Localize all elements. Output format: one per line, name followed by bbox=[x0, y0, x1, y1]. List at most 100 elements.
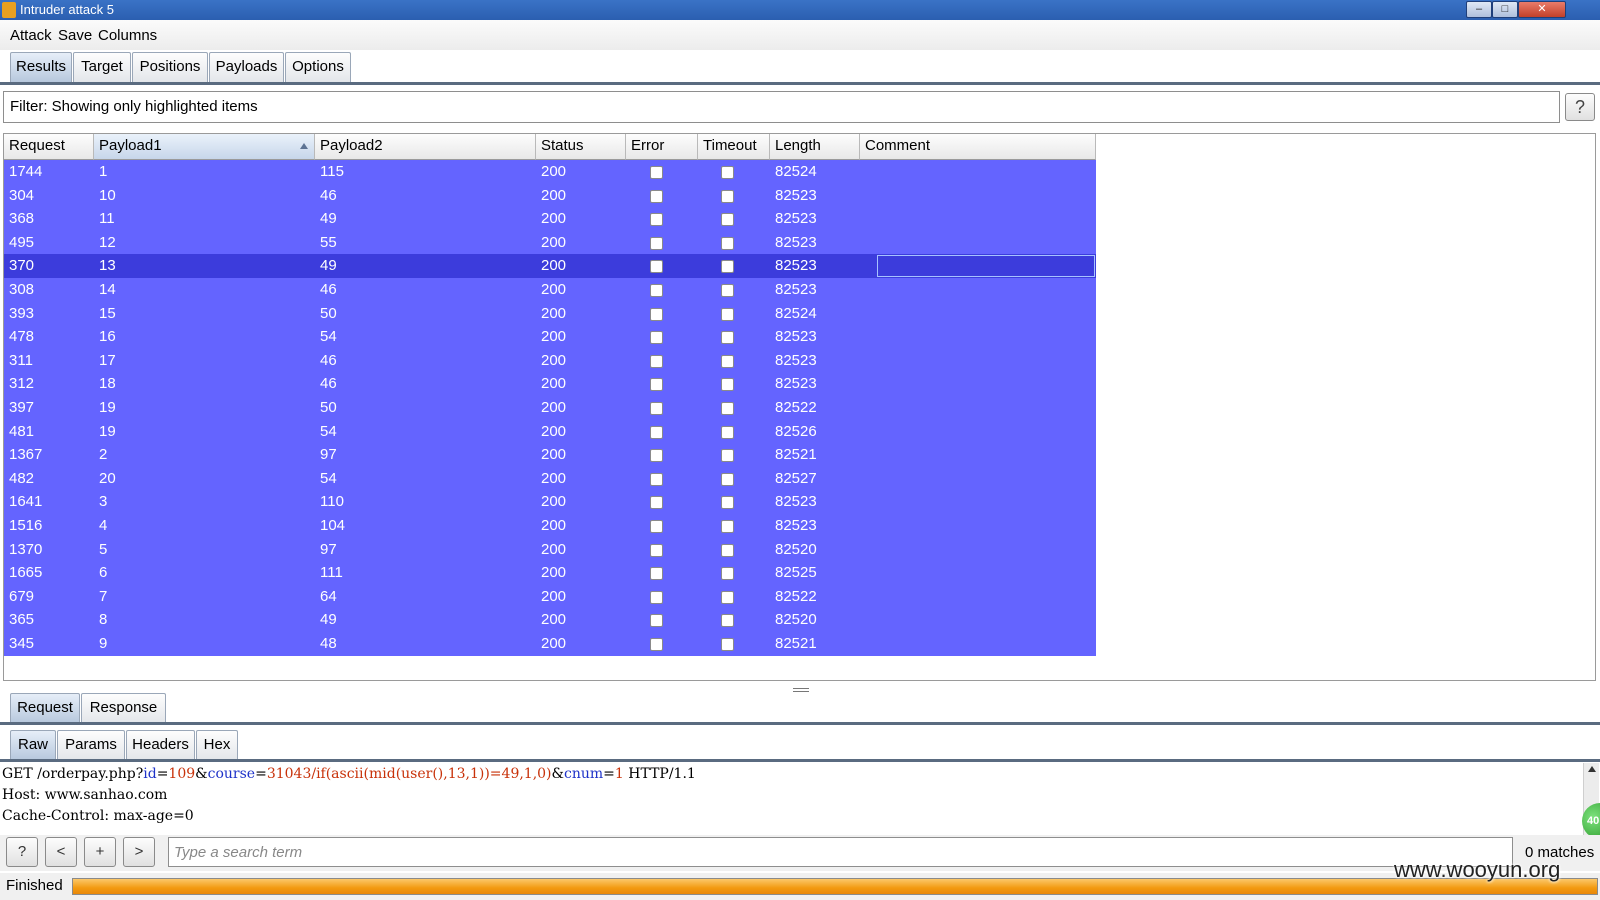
cell-status: 200 bbox=[541, 399, 567, 416]
tab-options[interactable]: Options bbox=[285, 52, 351, 82]
table-row[interactable]: 393 15 50 200 82524 bbox=[4, 301, 1096, 326]
column-header-payload1-label: Payload1 bbox=[99, 137, 162, 154]
error-checkbox bbox=[650, 638, 663, 651]
cell-comment[interactable] bbox=[860, 490, 865, 514]
search-next-button[interactable]: > bbox=[123, 837, 155, 867]
search-add-button[interactable]: + bbox=[84, 837, 116, 867]
search-previous-button[interactable]: < bbox=[45, 837, 77, 867]
tab-raw[interactable]: Raw bbox=[10, 730, 56, 760]
table-row[interactable]: 397 19 50 200 82522 bbox=[4, 396, 1096, 420]
cell-comment[interactable] bbox=[860, 160, 865, 184]
cell-comment[interactable] bbox=[860, 349, 865, 373]
cell-comment[interactable] bbox=[860, 514, 865, 538]
param-name: id bbox=[143, 766, 157, 782]
cell-payload1: 1 bbox=[99, 163, 108, 180]
error-checkbox bbox=[650, 166, 663, 179]
cell-length: 82522 bbox=[775, 587, 817, 605]
cell-comment[interactable] bbox=[860, 632, 865, 656]
maximize-button[interactable]: □ bbox=[1492, 1, 1518, 18]
table-row[interactable]: 1516 4 104 200 82523 bbox=[4, 514, 1096, 538]
cell-status: 200 bbox=[541, 163, 567, 180]
table-row[interactable]: 1641 3 110 200 82523 bbox=[4, 490, 1096, 515]
tab-headers[interactable]: Headers bbox=[126, 730, 195, 760]
column-header-payload2[interactable]: Payload2 bbox=[315, 134, 536, 160]
table-row[interactable]: 345 9 48 200 82521 bbox=[4, 632, 1096, 656]
table-row[interactable]: 679 7 64 200 82522 bbox=[4, 584, 1096, 609]
menu-save[interactable]: Save bbox=[58, 27, 92, 44]
cell-comment[interactable] bbox=[860, 538, 865, 562]
table-row[interactable]: 1370 5 97 200 82520 bbox=[4, 537, 1096, 562]
cell-comment[interactable] bbox=[860, 443, 865, 467]
comment-cell-editor[interactable] bbox=[877, 255, 1095, 278]
cell-comment[interactable] bbox=[860, 467, 865, 491]
search-help-button[interactable]: ? bbox=[6, 837, 38, 867]
column-header-length[interactable]: Length bbox=[770, 134, 860, 160]
column-header-error[interactable]: Error bbox=[626, 134, 698, 160]
cell-payload2: 54 bbox=[320, 422, 337, 440]
table-row[interactable]: 308 14 46 200 82523 bbox=[4, 278, 1096, 302]
table-row[interactable]: 312 18 46 200 82523 bbox=[4, 372, 1096, 397]
table-row[interactable]: 478 16 54 200 82523 bbox=[4, 325, 1096, 350]
column-header-timeout[interactable]: Timeout bbox=[698, 134, 770, 160]
cell-comment[interactable] bbox=[860, 302, 865, 326]
table-row[interactable]: 304 10 46 200 82523 bbox=[4, 183, 1096, 208]
cell-comment[interactable] bbox=[860, 231, 865, 255]
table-row[interactable]: 1744 1 115 200 82524 bbox=[4, 160, 1096, 184]
menu-columns[interactable]: Columns bbox=[98, 27, 157, 44]
error-checkbox bbox=[650, 284, 663, 297]
cell-comment[interactable] bbox=[860, 585, 865, 609]
table-row[interactable]: 365 8 49 200 82520 bbox=[4, 608, 1096, 633]
table-row[interactable]: 311 17 46 200 82523 bbox=[4, 348, 1096, 373]
cell-payload2: 97 bbox=[320, 446, 337, 464]
scroll-up-arrow-icon[interactable] bbox=[1588, 766, 1596, 772]
results-filter-bar[interactable]: Filter: Showing only highlighted items bbox=[3, 91, 1560, 123]
table-row[interactable]: 495 12 55 200 82523 bbox=[4, 230, 1096, 255]
filter-help-button[interactable]: ? bbox=[1565, 93, 1595, 121]
cell-status: 200 bbox=[541, 186, 567, 204]
column-header-payload1[interactable]: Payload1 bbox=[94, 134, 315, 160]
cell-status: 200 bbox=[541, 422, 567, 440]
cell-comment[interactable] bbox=[860, 396, 865, 420]
cell-request: 393 bbox=[9, 304, 35, 322]
column-header-status[interactable]: Status bbox=[536, 134, 626, 160]
tab-payloads[interactable]: Payloads bbox=[209, 52, 284, 82]
cell-comment[interactable] bbox=[860, 325, 865, 349]
minimize-button[interactable]: – bbox=[1466, 1, 1492, 18]
table-row[interactable]: 481 19 54 200 82526 bbox=[4, 419, 1096, 444]
column-header-request[interactable]: Request bbox=[4, 134, 94, 160]
tab-target[interactable]: Target bbox=[73, 52, 131, 82]
tab-positions[interactable]: Positions bbox=[132, 52, 208, 82]
table-row[interactable]: 368 11 49 200 82523 bbox=[4, 207, 1096, 232]
cell-comment[interactable] bbox=[860, 420, 865, 444]
cell-request: 478 bbox=[9, 328, 35, 346]
table-row[interactable]: 482 20 54 200 82527 bbox=[4, 466, 1096, 491]
table-row[interactable]: 1367 2 97 200 82521 bbox=[4, 443, 1096, 468]
cell-comment[interactable] bbox=[860, 372, 865, 396]
cell-comment[interactable] bbox=[860, 254, 865, 278]
error-checkbox bbox=[650, 496, 663, 510]
close-window-button[interactable]: ✕ bbox=[1518, 1, 1566, 18]
raw-request-editor[interactable]: GET /orderpay.php?id=109&course=31043/if… bbox=[0, 763, 1582, 835]
tab-request[interactable]: Request bbox=[10, 693, 80, 723]
cell-comment[interactable] bbox=[860, 184, 865, 208]
search-input[interactable] bbox=[168, 837, 1513, 867]
tab-response[interactable]: Response bbox=[81, 693, 166, 723]
split-pane-divider[interactable] bbox=[793, 688, 809, 692]
menu-attack[interactable]: Attack bbox=[10, 27, 52, 44]
tab-hex[interactable]: Hex bbox=[196, 730, 238, 760]
cell-comment[interactable] bbox=[860, 561, 865, 585]
param-equals: = bbox=[255, 766, 267, 782]
tab-params[interactable]: Params bbox=[57, 730, 125, 760]
table-row[interactable]: 370 13 49 200 82523 bbox=[4, 254, 1096, 279]
cell-payload1: 17 bbox=[99, 351, 116, 369]
table-row[interactable]: 1665 6 111 200 82525 bbox=[4, 561, 1096, 586]
cell-status: 200 bbox=[541, 281, 567, 298]
cell-comment[interactable] bbox=[860, 278, 865, 302]
column-header-comment[interactable]: Comment bbox=[860, 134, 1096, 160]
host-header-line: Host: www.sanhao.com bbox=[2, 787, 168, 803]
cell-comment[interactable] bbox=[860, 608, 865, 632]
cell-comment[interactable] bbox=[860, 207, 865, 231]
watermark-text: www.wooyun.org bbox=[1394, 857, 1561, 882]
cell-status: 200 bbox=[541, 257, 567, 275]
tab-results[interactable]: Results bbox=[10, 52, 72, 82]
